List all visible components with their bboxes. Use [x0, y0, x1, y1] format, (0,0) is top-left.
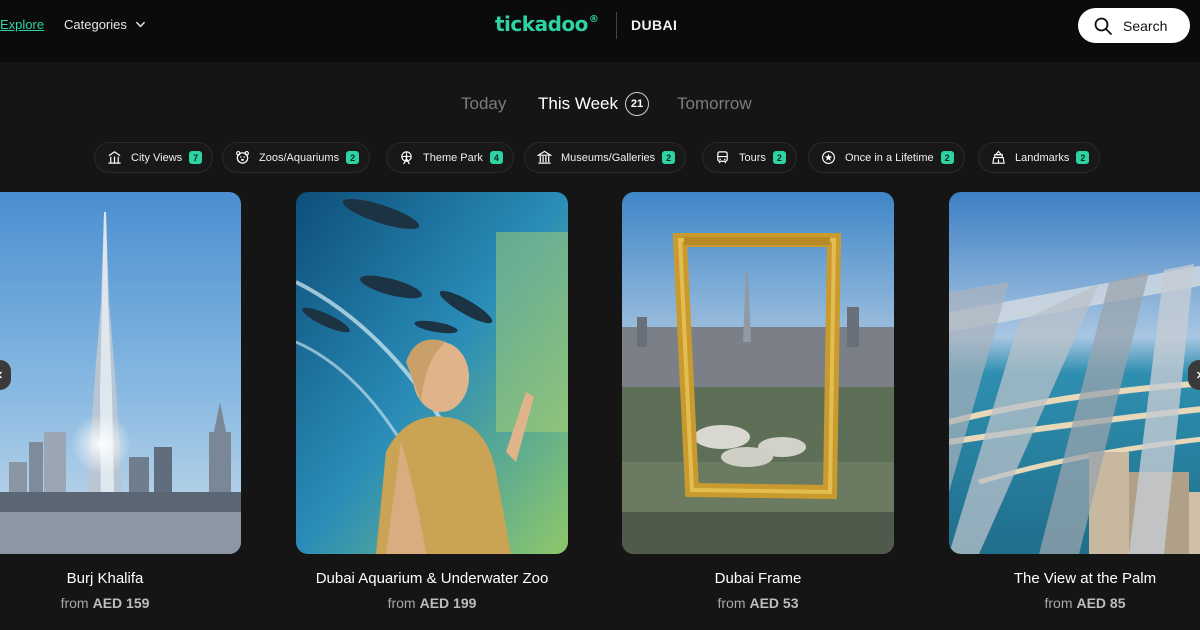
landmark-icon [992, 150, 1005, 164]
theme-park-icon [401, 151, 412, 165]
brand-logo[interactable]: tickadoo® [495, 12, 599, 36]
brand-name: tickadoo [495, 12, 588, 36]
bus-icon [717, 151, 728, 164]
price-value: AED 53 [749, 595, 799, 611]
event-card-dubai-aquarium[interactable] [296, 192, 568, 554]
category-chip-city-views[interactable]: City Views 7 [94, 142, 214, 173]
price-value: AED 199 [419, 595, 477, 611]
category-count: 2 [662, 151, 676, 164]
category-chip-once-in-a-lifetime[interactable]: Once in a Lifetime 2 [808, 142, 965, 173]
brand-divider [616, 12, 617, 39]
card-price: from AED 199 [272, 595, 592, 611]
category-count: 7 [189, 151, 203, 164]
category-label: Museums/Galleries [561, 151, 656, 164]
categories-label: Categories [64, 17, 127, 32]
dubai-aquarium-image [296, 192, 568, 554]
category-label: Landmarks [1015, 151, 1070, 164]
category-label: Once in a Lifetime [845, 151, 934, 164]
price-from-label: from [1044, 595, 1073, 611]
card-title[interactable]: Dubai Frame [598, 570, 918, 587]
dubai-frame-image [622, 192, 894, 554]
event-card-view-at-the-palm[interactable] [949, 192, 1200, 554]
search-button[interactable]: Search [1078, 8, 1190, 43]
category-count: 2 [772, 151, 786, 164]
category-count: 2 [940, 151, 954, 164]
registered-mark: ® [588, 14, 599, 25]
category-label: Zoos/Aquariums [259, 151, 340, 164]
tab-tomorrow[interactable]: Tomorrow [677, 94, 752, 114]
burj-khalifa-image [0, 192, 241, 554]
explore-link[interactable]: Explore [0, 17, 44, 32]
categories-dropdown[interactable]: Categories [64, 17, 146, 32]
price-from-label: from [387, 595, 416, 611]
price-value: AED 159 [92, 595, 150, 611]
category-count: 4 [489, 151, 503, 164]
search-label: Search [1123, 17, 1168, 34]
event-card-dubai-frame[interactable] [622, 192, 894, 554]
tab-this-week[interactable]: This Week [538, 94, 618, 114]
category-chip-museums-galleries[interactable]: Museums/Galleries 2 [524, 142, 687, 173]
chevron-right-icon [1197, 371, 1200, 379]
card-price: from AED 85 [925, 595, 1200, 611]
category-chip-tours[interactable]: Tours 2 [702, 142, 797, 173]
price-from-label: from [60, 595, 89, 611]
tab-today[interactable]: Today [461, 94, 506, 114]
star-icon [822, 151, 835, 164]
category-chip-theme-park[interactable]: Theme Park 4 [386, 142, 514, 173]
carousel-next-button[interactable] [1188, 360, 1200, 390]
chevron-left-icon [0, 371, 2, 379]
search-icon [1094, 17, 1112, 35]
city-name: DUBAI [631, 17, 678, 33]
price-value: AED 85 [1076, 595, 1126, 611]
card-price: from AED 53 [598, 595, 918, 611]
chevron-down-icon [135, 21, 145, 28]
category-label: Tours [739, 151, 766, 164]
event-card-burj-khalifa[interactable] [0, 192, 241, 554]
card-title[interactable]: Burj Khalifa [0, 570, 265, 587]
category-chip-zoos-aquariums[interactable]: Zoos/Aquariums 2 [222, 142, 371, 173]
day-tabs: Today This Week 21 Tomorrow [0, 90, 1200, 120]
category-label: Theme Park [423, 151, 483, 164]
category-count: 2 [346, 151, 360, 164]
museum-icon [537, 150, 552, 164]
category-count: 2 [1076, 151, 1090, 164]
category-label: City Views [131, 151, 183, 164]
card-title[interactable]: Dubai Aquarium & Underwater Zoo [272, 570, 592, 587]
top-navigation-bar: Explore Categories tickadoo® DUBAI Searc… [0, 0, 1200, 62]
category-chip-landmarks[interactable]: Landmarks 2 [978, 142, 1101, 173]
card-price: from AED 159 [0, 595, 265, 611]
view-at-the-palm-image [949, 192, 1200, 554]
card-title[interactable]: The View at the Palm [925, 570, 1200, 587]
zoo-icon [236, 151, 249, 164]
city-views-icon [108, 151, 121, 164]
this-week-count-badge: 21 [625, 92, 649, 116]
price-from-label: from [717, 595, 746, 611]
